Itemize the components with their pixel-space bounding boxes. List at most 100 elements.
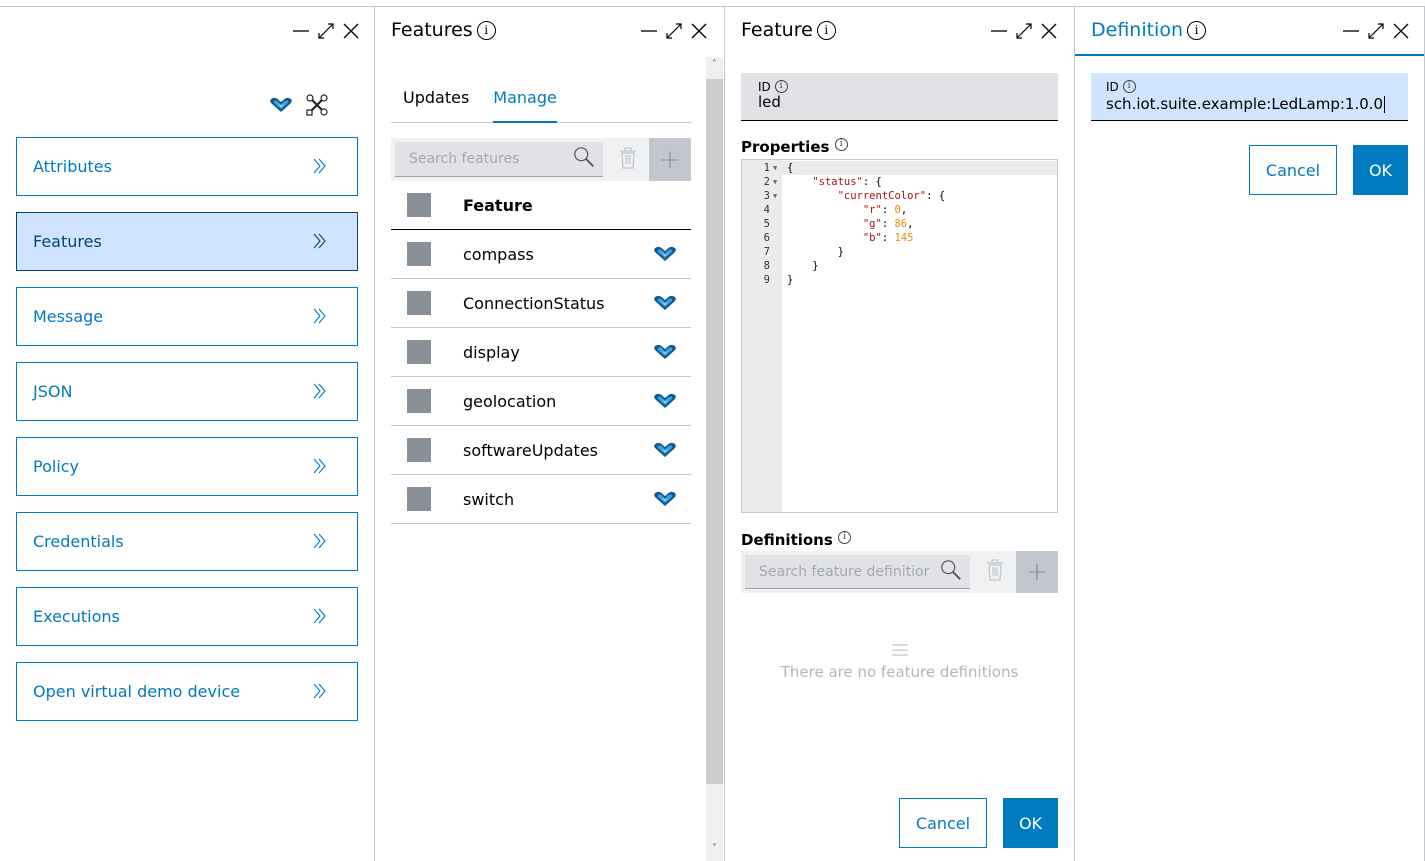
definition-heart-icon[interactable]	[653, 491, 677, 511]
tab-manage[interactable]: Manage	[493, 85, 557, 123]
code-line: 1 ▼ {	[742, 161, 1057, 175]
info-icon[interactable]: i	[1187, 20, 1207, 40]
info-icon[interactable]: i	[816, 20, 836, 40]
table-row[interactable]: ConnectionStatus	[391, 279, 691, 328]
table-row[interactable]: softwareUpdates	[391, 426, 691, 475]
nav-item-message[interactable]: Message	[16, 287, 358, 346]
info-icon[interactable]: i	[838, 531, 852, 544]
minimize-icon[interactable]	[292, 22, 310, 40]
minimize-icon[interactable]	[640, 22, 658, 40]
line-number: 9	[763, 274, 770, 286]
table-row[interactable]: geolocation	[391, 377, 691, 426]
cancel-button[interactable]: Cancel	[1249, 145, 1337, 195]
table-row[interactable]: display	[391, 328, 691, 377]
close-icon[interactable]	[1040, 22, 1058, 40]
add-button[interactable]: +	[1016, 551, 1058, 593]
search-icon[interactable]	[573, 146, 595, 172]
row-checkbox[interactable]	[407, 291, 431, 315]
feature-name: compass	[463, 244, 534, 264]
nav-item-attributes[interactable]: Attributes	[16, 137, 358, 196]
info-icon[interactable]: i	[476, 20, 496, 40]
double-chevron-right-icon	[313, 305, 327, 329]
definition-id-input[interactable]: sch.iot.suite.example:LedLamp:1.0.0	[1106, 96, 1386, 113]
nav-item-features[interactable]: Features	[16, 212, 358, 271]
close-icon[interactable]	[342, 22, 360, 40]
code-line: 8 }	[742, 259, 1057, 273]
code-line: 3 ▼ "currentColor": {	[742, 189, 1057, 203]
features-table: Feature compass ConnectionStatus display ge…	[391, 181, 691, 524]
panel-title: Features i	[391, 19, 496, 41]
properties-heading: Properties i	[741, 138, 848, 156]
properties-json-editor[interactable]: 1 ▼{2 ▼ "status": {3 ▼ "currentColor": {4 "…	[741, 159, 1058, 513]
maximize-icon[interactable]	[317, 22, 335, 40]
id-label: ID	[758, 80, 771, 94]
ok-button[interactable]: OK	[1353, 145, 1408, 195]
code-line: 4 "r": 0,	[742, 203, 1057, 217]
definition-heart-icon[interactable]	[653, 246, 677, 266]
tools-icon[interactable]	[306, 94, 328, 120]
fold-arrow-icon[interactable]: ▼	[773, 161, 777, 175]
window-controls	[1342, 22, 1410, 40]
info-icon[interactable]: i	[774, 80, 788, 93]
code-text: "currentColor": {	[837, 190, 946, 202]
fold-arrow-icon[interactable]: ▼	[773, 175, 777, 189]
feature-name: display	[463, 342, 520, 362]
maximize-icon[interactable]	[1367, 22, 1385, 40]
minimize-icon[interactable]	[990, 22, 1008, 40]
definition-heart-icon[interactable]	[653, 344, 677, 364]
definition-heart-icon[interactable]	[269, 97, 293, 117]
navigation-panel: Attributes Features Message JSON Policy Crede…	[0, 7, 375, 861]
scrollbar[interactable]: ˄ ˅	[706, 57, 723, 861]
scroll-down-arrow[interactable]: ˅	[706, 843, 723, 861]
double-chevron-right-icon	[313, 680, 327, 704]
info-icon[interactable]: i	[1122, 80, 1136, 93]
scroll-up-arrow[interactable]: ˄	[706, 59, 723, 77]
maximize-icon[interactable]	[1015, 22, 1033, 40]
line-number: 3	[763, 190, 770, 202]
cancel-button[interactable]: Cancel	[899, 798, 987, 848]
nav-item-credentials[interactable]: Credentials	[16, 512, 358, 571]
active-panel-indicator	[1075, 54, 1424, 56]
tab-bar: Updates Manage	[391, 85, 691, 123]
row-checkbox[interactable]	[407, 340, 431, 364]
code-text: "b": 145	[862, 232, 914, 244]
definition-heart-icon[interactable]	[653, 442, 677, 462]
scroll-thumb[interactable]	[706, 79, 723, 784]
close-icon[interactable]	[690, 22, 708, 40]
row-checkbox[interactable]	[407, 242, 431, 266]
minimize-icon[interactable]	[1342, 22, 1360, 40]
close-icon[interactable]	[1392, 22, 1410, 40]
code-text: }	[787, 274, 794, 286]
row-checkbox[interactable]	[407, 487, 431, 511]
nav-item-json[interactable]: JSON	[16, 362, 358, 421]
plus-icon: +	[659, 144, 681, 175]
table-row[interactable]: compass	[391, 230, 691, 279]
tab-updates[interactable]: Updates	[403, 85, 469, 123]
table-row[interactable]: switch	[391, 475, 691, 524]
nav-item-open-virtual-demo-device[interactable]: Open virtual demo device	[16, 662, 358, 721]
fold-arrow-icon[interactable]: ▼	[773, 189, 777, 203]
code-text: }	[787, 260, 819, 272]
select-all-checkbox[interactable]	[407, 193, 431, 217]
feature-id-field[interactable]: ID i led	[741, 73, 1058, 121]
definition-heart-icon[interactable]	[653, 295, 677, 315]
code-line: 7 }	[742, 245, 1057, 259]
nav-item-policy[interactable]: Policy	[16, 437, 358, 496]
search-definitions-input[interactable]: Search feature definitior	[745, 555, 970, 589]
row-checkbox[interactable]	[407, 389, 431, 413]
delete-button[interactable]	[607, 138, 649, 181]
features-toolbar: Search features +	[391, 138, 691, 181]
definition-heart-icon[interactable]	[653, 393, 677, 413]
add-button[interactable]: +	[649, 138, 691, 181]
ok-button[interactable]: OK	[1003, 798, 1058, 848]
info-icon[interactable]: i	[834, 138, 848, 151]
code-text: "r": 0,	[862, 204, 908, 216]
line-number: 8	[763, 260, 770, 272]
search-icon[interactable]	[940, 559, 962, 585]
nav-item-executions[interactable]: Executions	[16, 587, 358, 646]
definition-id-field[interactable]: ID i sch.iot.suite.example:LedLamp:1.0.0	[1091, 73, 1408, 121]
row-checkbox[interactable]	[407, 438, 431, 462]
delete-button[interactable]	[974, 551, 1016, 593]
search-features-input[interactable]: Search features	[395, 142, 603, 177]
maximize-icon[interactable]	[665, 22, 683, 40]
